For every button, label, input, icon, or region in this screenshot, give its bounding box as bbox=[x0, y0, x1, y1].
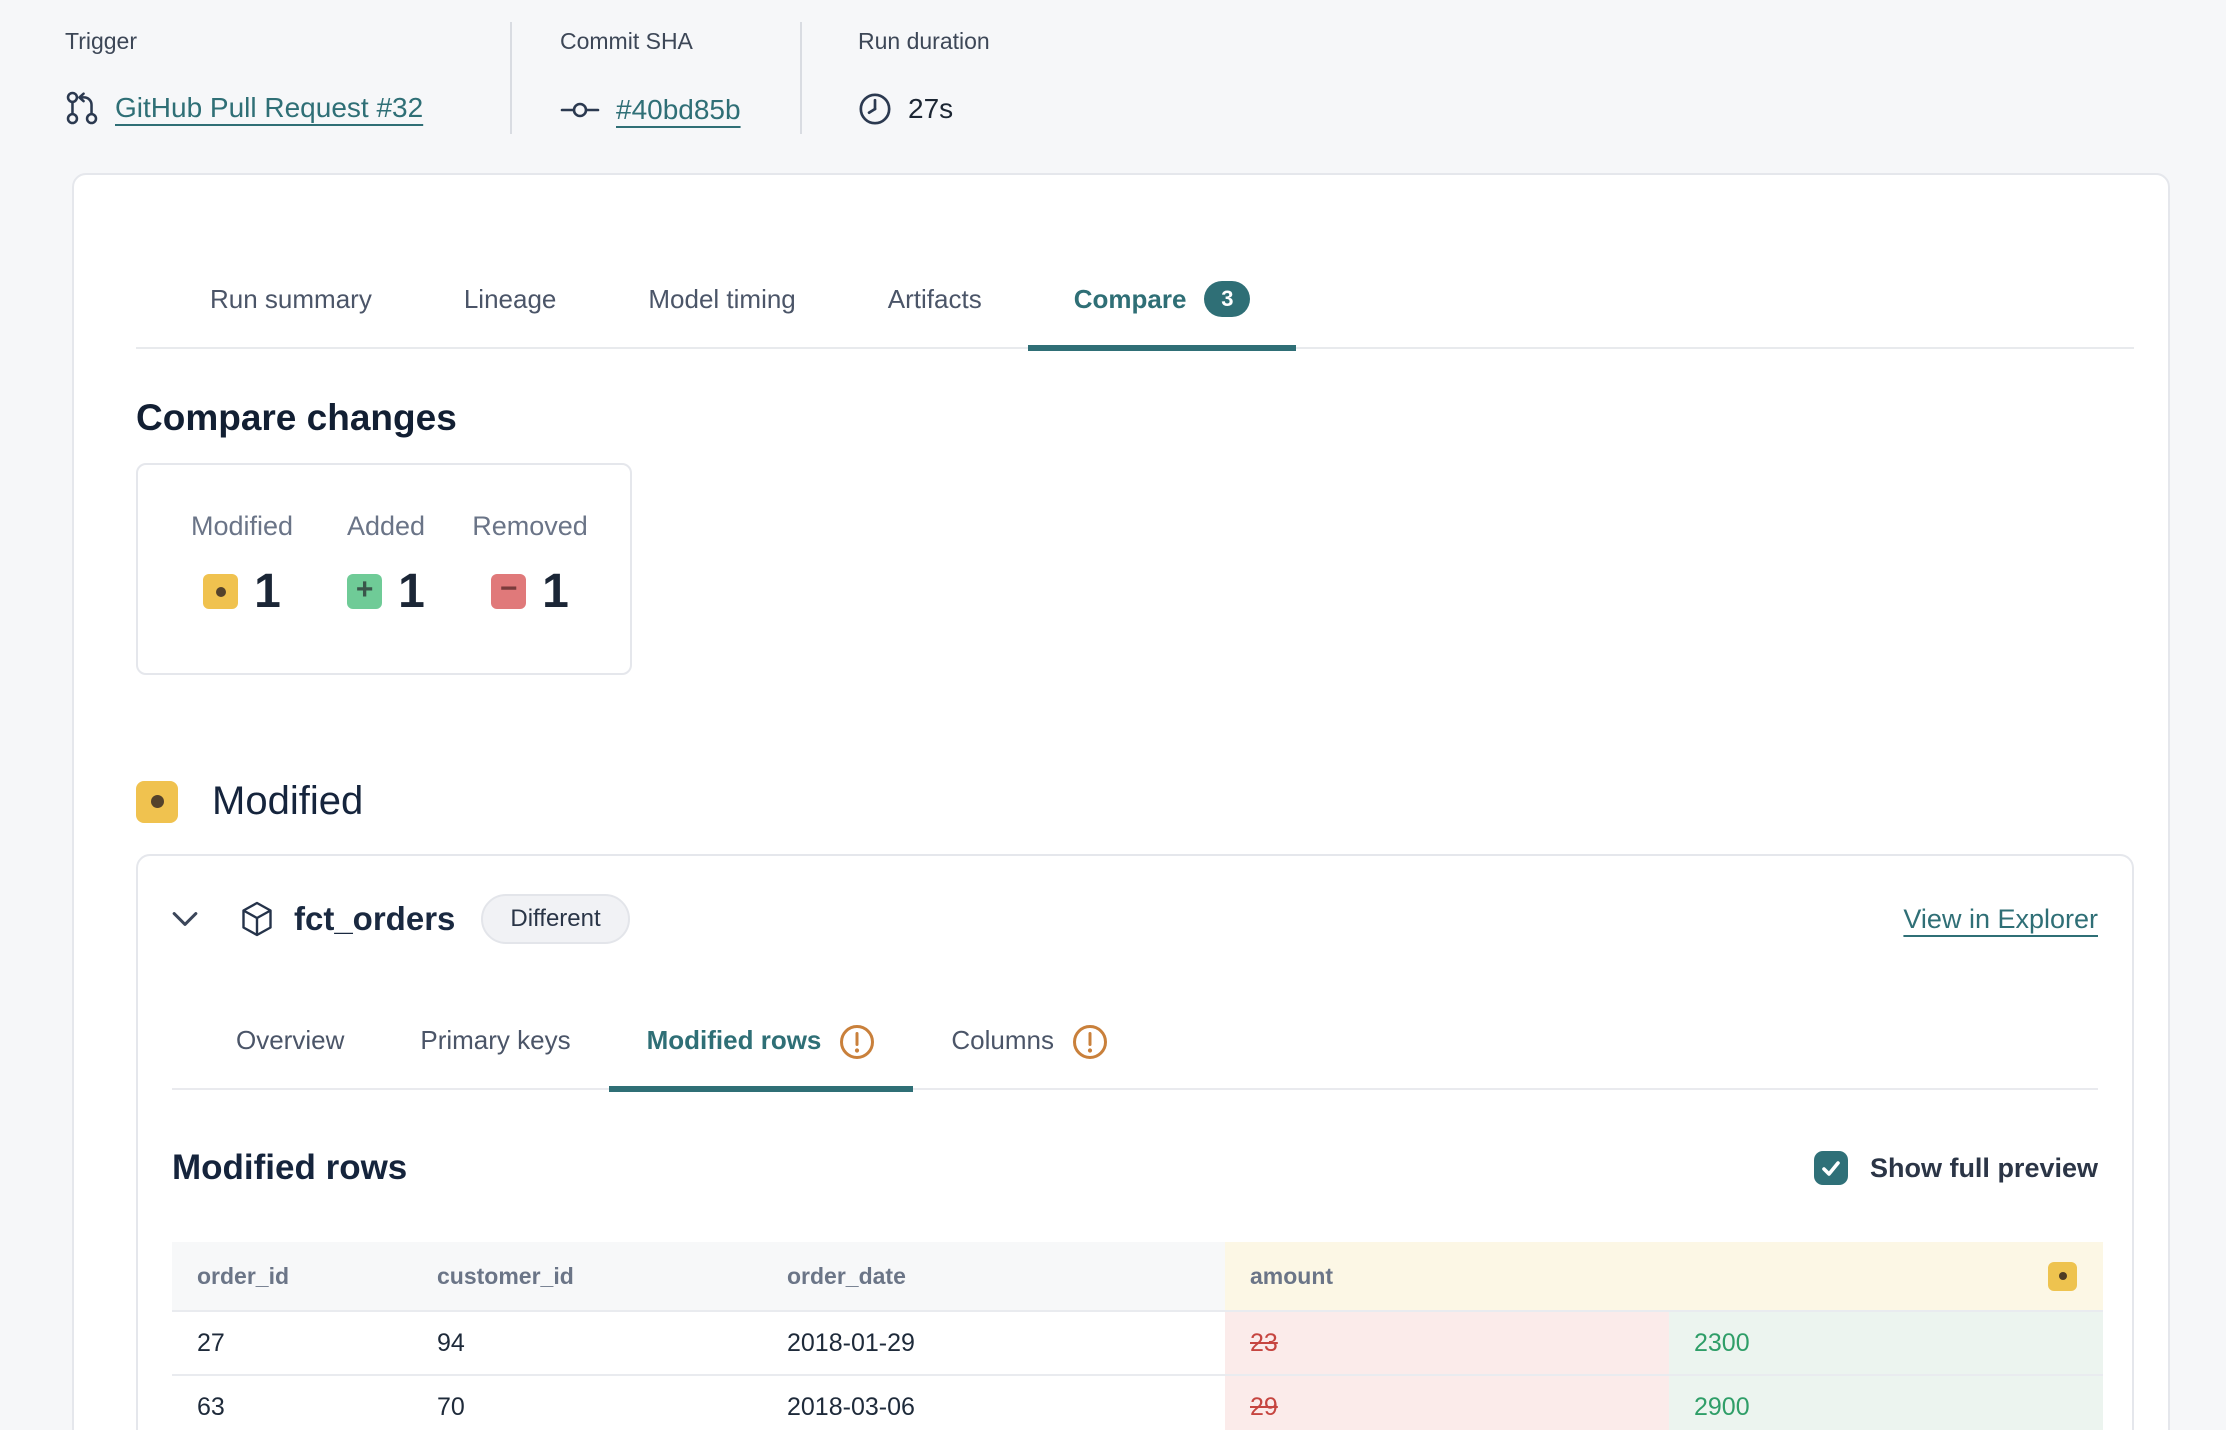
modified-rows-table: order_id customer_id order_date amount 2… bbox=[172, 1242, 2103, 1430]
duration-value: 27s bbox=[908, 93, 953, 125]
tab-modified-rows[interactable]: Modified rows bbox=[609, 1024, 914, 1092]
trigger-label: Trigger bbox=[65, 28, 510, 55]
col-header-order-date: order_date bbox=[762, 1242, 1225, 1310]
status-badge: Different bbox=[481, 894, 629, 944]
tab-artifacts[interactable]: Artifacts bbox=[842, 283, 1028, 351]
section-title: Modified bbox=[212, 779, 363, 824]
trigger-value-row: GitHub Pull Request #32 bbox=[65, 90, 510, 126]
model-card-fct-orders: fct_orders Different View in Explorer Ov… bbox=[136, 854, 2134, 1430]
duration-label: Run duration bbox=[858, 28, 990, 55]
page: { "header": { "trigger": { "label": "Tri… bbox=[0, 0, 2226, 1430]
warning-icon bbox=[1072, 1024, 1108, 1060]
check-icon bbox=[1819, 1156, 1843, 1180]
modified-rows-header: Modified rows Show full preview bbox=[172, 1148, 2098, 1188]
trigger-section: Trigger GitHub Pull Request #32 bbox=[65, 22, 510, 134]
model-card-header: fct_orders Different View in Explorer bbox=[172, 856, 2098, 946]
col-header-amount: amount bbox=[1225, 1242, 2103, 1310]
main-tab-bar: Run summary Lineage Model timing Artifac… bbox=[136, 283, 2134, 349]
col-header-customer-id: customer_id bbox=[412, 1242, 762, 1310]
new-value-cell: 2900 bbox=[1669, 1374, 2103, 1430]
modified-rows-title: Modified rows bbox=[172, 1148, 407, 1188]
old-value-cell: 23 bbox=[1225, 1310, 1669, 1374]
tab-columns[interactable]: Columns bbox=[913, 1024, 1146, 1092]
pull-request-icon bbox=[65, 90, 99, 126]
run-header: Trigger GitHub Pull Request #32 Commit S… bbox=[65, 22, 990, 134]
model-name: fct_orders bbox=[294, 900, 455, 938]
col-header-order-id: order_id bbox=[172, 1242, 412, 1310]
table-row: 27 94 2018-01-29 23 2300 bbox=[172, 1310, 2103, 1374]
tab-overview[interactable]: Overview bbox=[198, 1024, 382, 1092]
commit-icon bbox=[560, 98, 600, 122]
tab-model-timing[interactable]: Model timing bbox=[602, 283, 841, 351]
summary-modified: Modified 1 bbox=[170, 511, 314, 673]
compare-summary-card: Modified 1 Added + 1 Removed − 1 bbox=[136, 463, 632, 675]
added-count: 1 bbox=[398, 564, 425, 619]
commit-label: Commit SHA bbox=[560, 28, 800, 55]
commit-value-row: #40bd85b bbox=[560, 94, 800, 126]
table-header-row: order_id customer_id order_date amount bbox=[172, 1242, 2103, 1310]
tab-compare[interactable]: Compare 3 bbox=[1028, 283, 1297, 351]
tab-run-summary[interactable]: Run summary bbox=[164, 283, 418, 351]
trigger-link[interactable]: GitHub Pull Request #32 bbox=[115, 92, 423, 124]
summary-removed: Removed − 1 bbox=[458, 511, 602, 673]
modified-column-icon bbox=[2048, 1262, 2077, 1291]
modified-section-header: Modified bbox=[136, 779, 2134, 824]
show-full-preview-label[interactable]: Show full preview bbox=[1870, 1153, 2098, 1184]
tab-lineage[interactable]: Lineage bbox=[418, 283, 603, 351]
table-row: 63 70 2018-03-06 29 2900 bbox=[172, 1374, 2103, 1430]
chevron-down-icon[interactable] bbox=[172, 911, 198, 927]
summary-added: Added + 1 bbox=[314, 511, 458, 673]
show-full-preview-toggle[interactable]: Show full preview bbox=[1814, 1151, 2098, 1185]
warning-icon bbox=[839, 1024, 875, 1060]
removed-icon: − bbox=[491, 574, 526, 609]
model-tab-bar: Overview Primary keys Modified rows Colu… bbox=[172, 1024, 2098, 1090]
tab-primary-keys[interactable]: Primary keys bbox=[382, 1024, 608, 1092]
page-title: Compare changes bbox=[136, 397, 2134, 439]
duration-value-row: 27s bbox=[858, 92, 990, 126]
removed-count: 1 bbox=[542, 564, 569, 619]
modified-icon bbox=[136, 781, 178, 823]
checkbox-checked[interactable] bbox=[1814, 1151, 1848, 1185]
modified-count: 1 bbox=[254, 564, 281, 619]
old-value-cell: 29 bbox=[1225, 1374, 1669, 1430]
package-icon bbox=[240, 901, 274, 937]
duration-section: Run duration 27s bbox=[802, 22, 990, 134]
new-value-cell: 2300 bbox=[1669, 1310, 2103, 1374]
clock-icon bbox=[858, 92, 892, 126]
modified-icon bbox=[203, 574, 238, 609]
added-icon: + bbox=[347, 574, 382, 609]
compare-count-badge: 3 bbox=[1204, 281, 1250, 317]
commit-section: Commit SHA #40bd85b bbox=[512, 22, 800, 134]
commit-link[interactable]: #40bd85b bbox=[616, 94, 741, 126]
run-detail-card: Run summary Lineage Model timing Artifac… bbox=[72, 173, 2170, 1430]
view-in-explorer-link[interactable]: View in Explorer bbox=[1903, 904, 2098, 935]
